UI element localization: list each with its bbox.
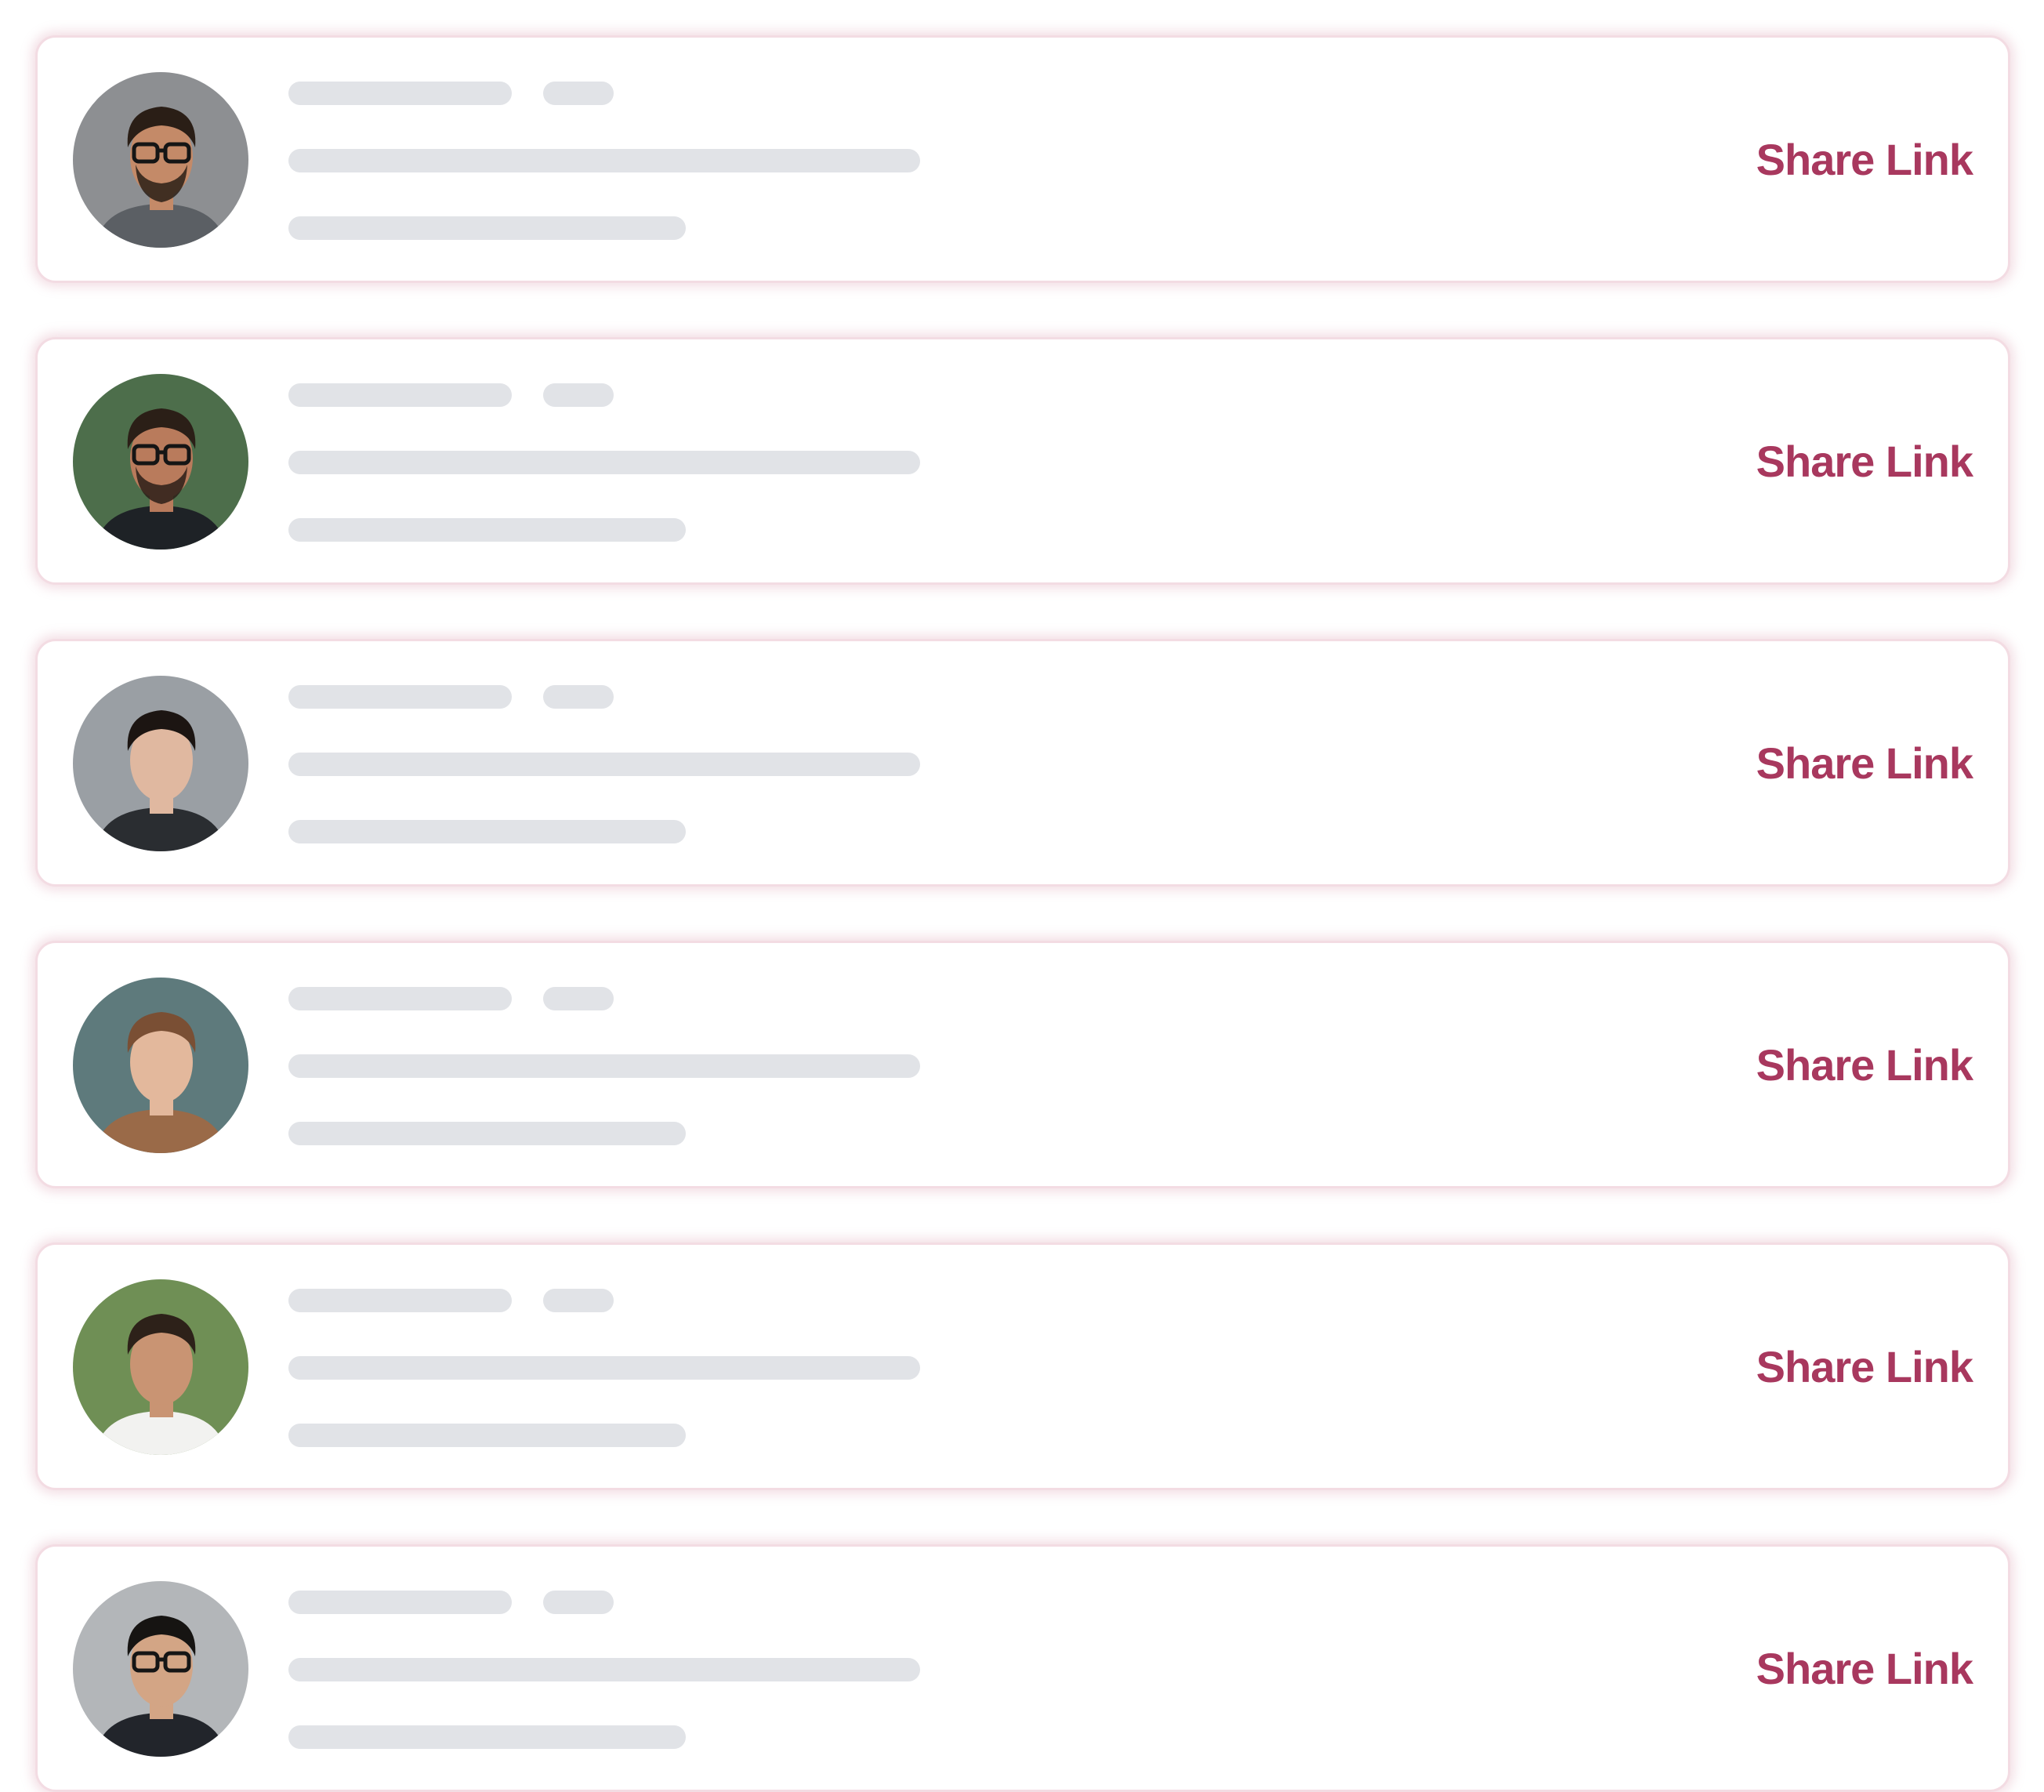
person-card: Share Link xyxy=(35,337,2010,585)
avatar[interactable] xyxy=(73,374,248,550)
skeleton-name-line xyxy=(288,82,512,105)
person-card: Share Link xyxy=(35,1544,2010,1792)
share-link-button[interactable]: Share Link xyxy=(1756,133,1973,187)
skeleton-tag-line xyxy=(543,987,614,1010)
skeleton-detail-line xyxy=(288,1658,920,1681)
skeleton-name-line xyxy=(288,1289,512,1312)
skeleton-meta-line xyxy=(288,820,686,843)
person-card: Share Link xyxy=(35,35,2010,283)
skeleton-name-line xyxy=(288,987,512,1010)
skeleton-tag-line xyxy=(543,82,614,105)
avatar[interactable] xyxy=(73,1581,248,1757)
person-card: Share Link xyxy=(35,639,2010,887)
skeleton-detail-line xyxy=(288,753,920,776)
share-link-button[interactable]: Share Link xyxy=(1756,1039,1973,1092)
skeleton-tag-line xyxy=(543,1289,614,1312)
skeleton-meta-line xyxy=(288,1424,686,1447)
skeleton-detail-line xyxy=(288,149,920,172)
skeleton-name-line xyxy=(288,383,512,407)
skeleton-detail-line xyxy=(288,451,920,474)
skeleton-detail-line xyxy=(288,1054,920,1078)
avatar[interactable] xyxy=(73,978,248,1153)
share-link-button[interactable]: Share Link xyxy=(1756,737,1973,790)
skeleton-meta-line xyxy=(288,1122,686,1145)
skeleton-detail-line xyxy=(288,1356,920,1380)
avatar[interactable] xyxy=(73,72,248,248)
avatar[interactable] xyxy=(73,676,248,851)
share-card-list: Share Link Share Link Share Link Share L… xyxy=(0,0,2044,1792)
skeleton-meta-line xyxy=(288,518,686,542)
skeleton-name-line xyxy=(288,1591,512,1614)
person-card: Share Link xyxy=(35,941,2010,1188)
skeleton-tag-line xyxy=(543,383,614,407)
skeleton-meta-line xyxy=(288,1725,686,1749)
person-card: Share Link xyxy=(35,1242,2010,1490)
share-link-button[interactable]: Share Link xyxy=(1756,1340,1973,1394)
skeleton-meta-line xyxy=(288,216,686,240)
avatar[interactable] xyxy=(73,1279,248,1455)
skeleton-name-line xyxy=(288,685,512,709)
skeleton-tag-line xyxy=(543,685,614,709)
share-link-button[interactable]: Share Link xyxy=(1756,1642,1973,1696)
skeleton-tag-line xyxy=(543,1591,614,1614)
share-link-button[interactable]: Share Link xyxy=(1756,435,1973,488)
